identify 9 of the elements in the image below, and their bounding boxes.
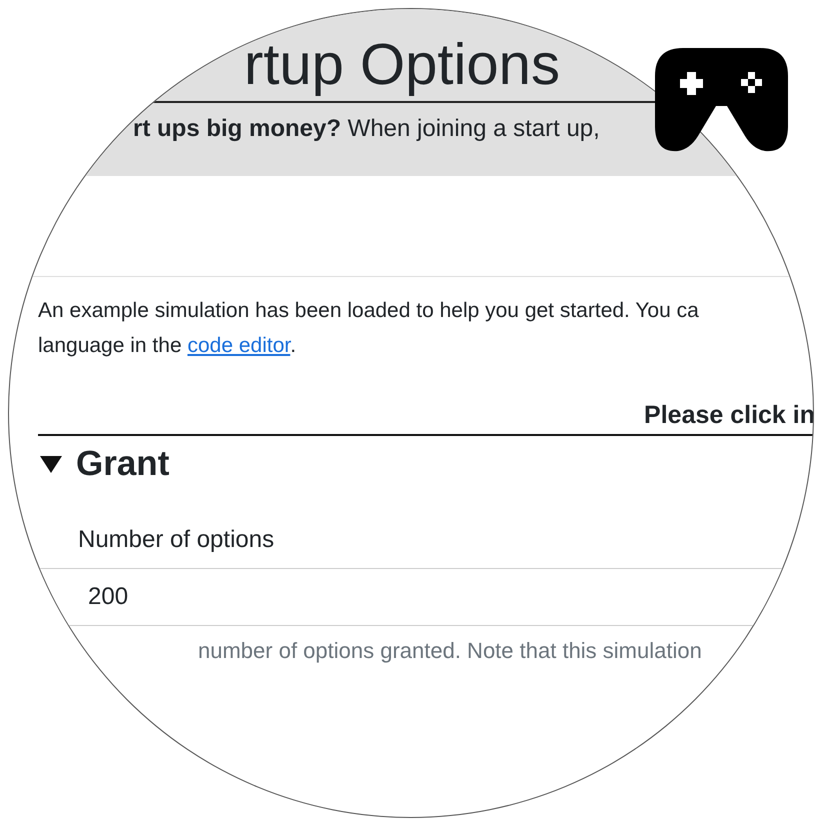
prompt-heading: Please click in xyxy=(643,401,813,430)
field-label: Number of options xyxy=(77,525,276,555)
intro-paragraph: An example simulation has been loaded to help you get started. You ca language in the code editor. xyxy=(38,298,700,359)
header-subtitle: rt ups big money? When joining a start up, xyxy=(133,115,601,143)
code-editor-link[interactable]: code editor xyxy=(187,334,290,357)
gamepad-icon xyxy=(655,48,788,153)
field-help-text: number of options granted. Note that this simulation xyxy=(197,638,703,664)
section-title: Grant xyxy=(76,444,170,484)
disclosure-triangle-icon[interactable] xyxy=(40,454,62,474)
